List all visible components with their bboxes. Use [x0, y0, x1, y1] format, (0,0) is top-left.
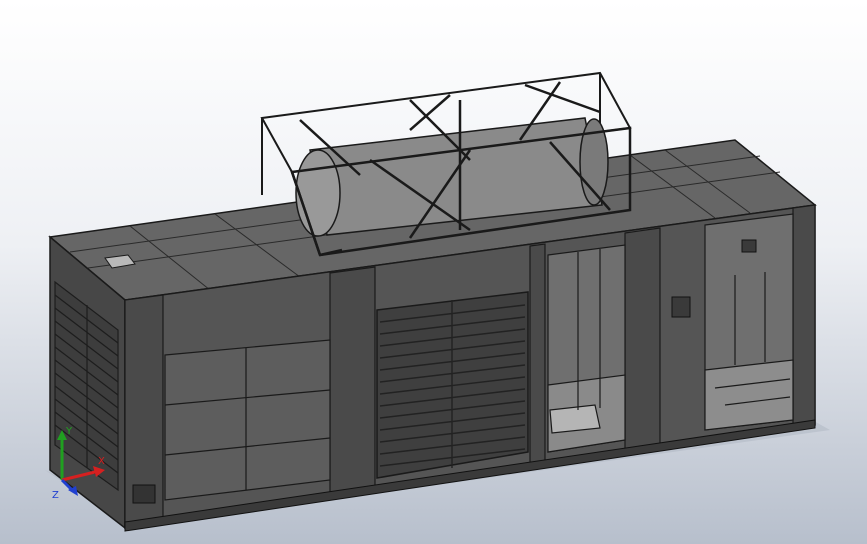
control-box — [671, 296, 691, 318]
y-axis-label: Y — [65, 426, 73, 437]
generator-enclosure-model[interactable] — [0, 0, 867, 544]
louvered-door — [376, 291, 529, 479]
x-axis-label: X — [98, 456, 105, 467]
z-axis-label: Z — [52, 490, 59, 500]
open-bay-1 — [547, 244, 626, 453]
graphics-viewport[interactable]: Y X Z — [0, 0, 867, 544]
coordinate-triad-icon: Y X Z — [52, 426, 105, 500]
bay-vent — [741, 239, 757, 253]
access-doors-left — [164, 339, 331, 501]
small-vent-grille — [132, 484, 156, 504]
